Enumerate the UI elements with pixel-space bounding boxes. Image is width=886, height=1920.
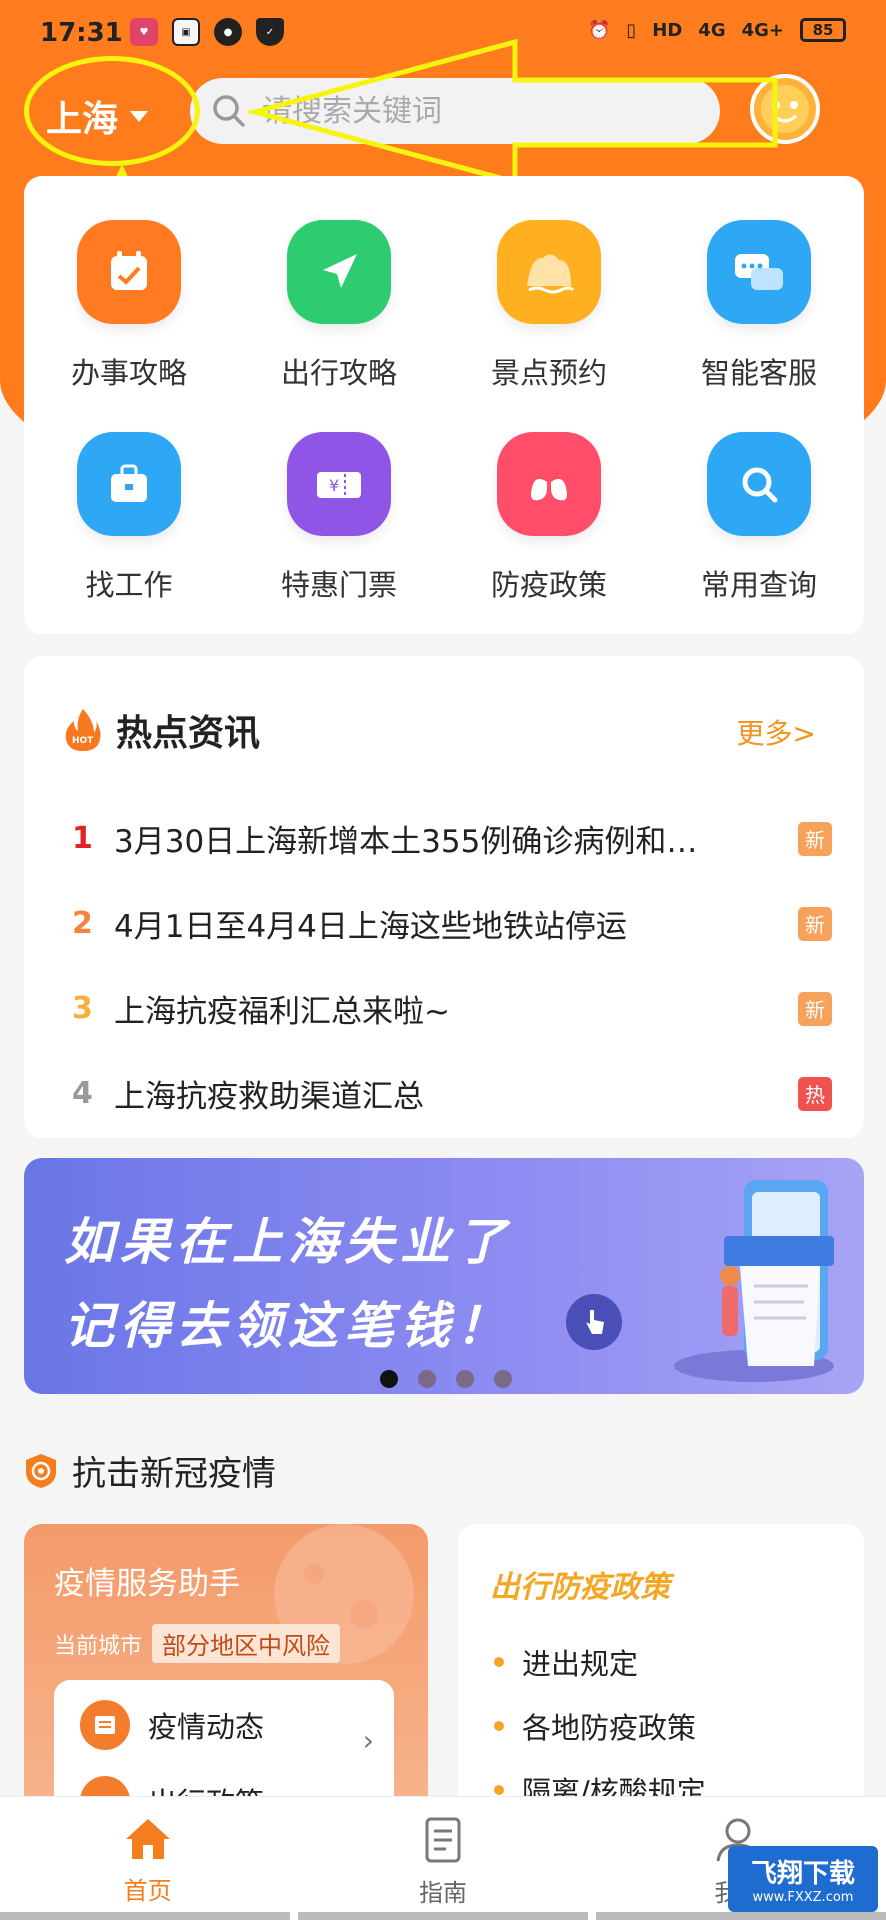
news-rank: 1: [72, 821, 93, 856]
tab-home[interactable]: 首页: [0, 1797, 295, 1920]
service-label: 出行攻略: [280, 356, 397, 390]
tab-guide[interactable]: 指南: [295, 1797, 590, 1920]
assistant-row-label: 疫情动态: [148, 1710, 265, 1744]
assistant-menu: 疫情动态 › 出行政策: [54, 1680, 394, 1814]
epidemic-assistant-card[interactable]: 疫情服务助手 当前城市 部分地区中风险 疫情动态 › 出行政策: [24, 1524, 428, 1814]
current-city-label: 当前城市: [54, 1633, 143, 1659]
new-badge: 新: [798, 991, 832, 1026]
services-grid: 办事攻略 出行攻略 景点预约 智能客服 找工作 ¥ 特惠门票 防疫政策 常用查询: [24, 176, 864, 604]
service-item-chaxun[interactable]: 常用查询: [654, 432, 864, 604]
promo-banner[interactable]: 如果在上海失业了 记得去领这笔钱！: [24, 1158, 864, 1394]
news-item[interactable]: 4 上海抗疫救助渠道汇总 热: [72, 1051, 832, 1136]
service-item-kefu[interactable]: 智能客服: [654, 220, 864, 392]
service-label: 特惠门票: [280, 568, 397, 602]
service-item-fangyi[interactable]: 防疫政策: [444, 432, 654, 604]
paper-plane-icon: [287, 220, 391, 324]
news-headline: 上海抗疫救助渠道汇总: [114, 1079, 424, 1115]
calendar-check-icon: [77, 220, 181, 324]
policy-item-label: 进出规定: [522, 1647, 639, 1681]
phone-illustration-icon: [674, 1180, 834, 1382]
bullet-icon: [494, 1657, 504, 1667]
carousel-dot[interactable]: [380, 1370, 398, 1388]
service-item-menpiao[interactable]: ¥ 特惠门票: [234, 432, 444, 604]
news-headline: 3月30日上海新增本土355例确诊病例和…: [114, 824, 698, 860]
newspaper-icon: [80, 1700, 130, 1750]
banner-line-2: 记得去领这笔钱！: [64, 1297, 512, 1355]
policy-list: 进出规定 各地防疫政策 隔离/核酸规定: [494, 1630, 706, 1814]
service-label: 常用查询: [700, 568, 817, 602]
news-rank: 4: [72, 1076, 93, 1111]
nav-segment[interactable]: [596, 1912, 886, 1920]
carousel-dot[interactable]: [418, 1370, 436, 1388]
lungs-icon: [497, 432, 601, 536]
watermark-title: 飞翔下载: [750, 1859, 855, 1889]
news-rank: 3: [72, 991, 93, 1026]
policy-item-label: 各地防疫政策: [522, 1711, 697, 1745]
news-item[interactable]: 3 上海抗疫福利汇总来啦~ 新: [72, 966, 832, 1051]
service-item-banshi[interactable]: 办事攻略: [24, 220, 234, 392]
banner-line-1: 如果在上海失业了: [64, 1213, 512, 1271]
chevron-right-icon: ›: [362, 1724, 374, 1757]
nav-segment[interactable]: [0, 1912, 290, 1920]
policy-title: 出行防疫政策: [490, 1570, 670, 1605]
bullet-icon: [494, 1785, 504, 1795]
hot-badge: 热: [798, 1076, 832, 1111]
ticket-icon: ¥: [287, 432, 391, 536]
new-badge: 新: [798, 906, 832, 941]
service-label: 防疫政策: [490, 568, 607, 602]
risk-badge: 部分地区中风险: [152, 1624, 341, 1663]
hot-tag: HOT: [72, 736, 94, 746]
tab-label: 指南: [418, 1879, 467, 1907]
covid-section-header: 抗击新冠疫情: [24, 1446, 276, 1495]
nav-segment[interactable]: [298, 1912, 588, 1920]
assistant-row-dynamics[interactable]: 疫情动态: [80, 1700, 264, 1750]
carousel-dot[interactable]: [494, 1370, 512, 1388]
bullet-icon: [494, 1721, 504, 1731]
service-item-zhaogongzuo[interactable]: 找工作: [24, 432, 234, 604]
service-label: 找工作: [85, 568, 173, 602]
service-item-jingdian[interactable]: 景点预约: [444, 220, 654, 392]
news-rank: 2: [72, 906, 93, 941]
carousel-dots: [380, 1370, 512, 1388]
magnifier-icon: [707, 432, 811, 536]
news-headline: 上海抗疫福利汇总来啦~: [114, 994, 450, 1030]
hot-news-title: 热点资讯: [116, 713, 261, 754]
service-item-chuxing[interactable]: 出行攻略: [234, 220, 444, 392]
system-nav-bar: [0, 1912, 886, 1920]
shield-target-icon: [26, 1453, 56, 1488]
service-label: 智能客服: [700, 356, 817, 390]
fire-icon: HOT: [65, 709, 101, 751]
watermark-logo: 飞翔下载 www.FXXZ.com: [728, 1846, 878, 1912]
watermark-url: www.FXXZ.com: [752, 1890, 854, 1905]
pointer-hand-icon: [566, 1294, 622, 1350]
policy-item[interactable]: 各地防疫政策: [494, 1694, 706, 1758]
home-icon: [125, 1819, 170, 1859]
chat-bubble-icon: [707, 220, 811, 324]
news-item[interactable]: 1 3月30日上海新增本土355例确诊病例和… 新: [72, 796, 832, 881]
svg-text:¥: ¥: [329, 476, 339, 495]
current-city-row: 当前城市 部分地区中风险: [54, 1624, 341, 1663]
carousel-dot[interactable]: [456, 1370, 474, 1388]
services-card: 办事攻略 出行攻略 景点预约 智能客服 找工作 ¥ 特惠门票 防疫政策 常用查询: [24, 176, 864, 634]
service-label: 景点预约: [490, 356, 607, 390]
hot-news-card: HOT 热点资讯 更多> 1 3月30日上海新增本土355例确诊病例和… 新 2…: [24, 656, 864, 1138]
briefcase-icon: [77, 432, 181, 536]
service-label: 办事攻略: [70, 356, 187, 390]
hot-news-header: HOT 热点资讯: [64, 704, 260, 756]
policy-item[interactable]: 进出规定: [494, 1630, 706, 1694]
news-list: 1 3月30日上海新增本土355例确诊病例和… 新 2 4月1日至4月4日上海这…: [72, 796, 832, 1136]
travel-policy-card[interactable]: 出行防疫政策 进出规定 各地防疫政策 隔离/核酸规定: [458, 1524, 864, 1814]
news-item[interactable]: 2 4月1日至4月4日上海这些地铁站停运 新: [72, 881, 832, 966]
document-icon: [425, 1817, 461, 1863]
tab-label: 首页: [123, 1877, 172, 1905]
new-badge: 新: [798, 821, 832, 856]
mountain-icon: [497, 220, 601, 324]
more-link[interactable]: 更多>: [737, 712, 816, 752]
assistant-title: 疫情服务助手: [54, 1566, 240, 1602]
news-headline: 4月1日至4月4日上海这些地铁站停运: [114, 909, 627, 945]
covid-section-title: 抗击新冠疫情: [72, 1454, 276, 1494]
